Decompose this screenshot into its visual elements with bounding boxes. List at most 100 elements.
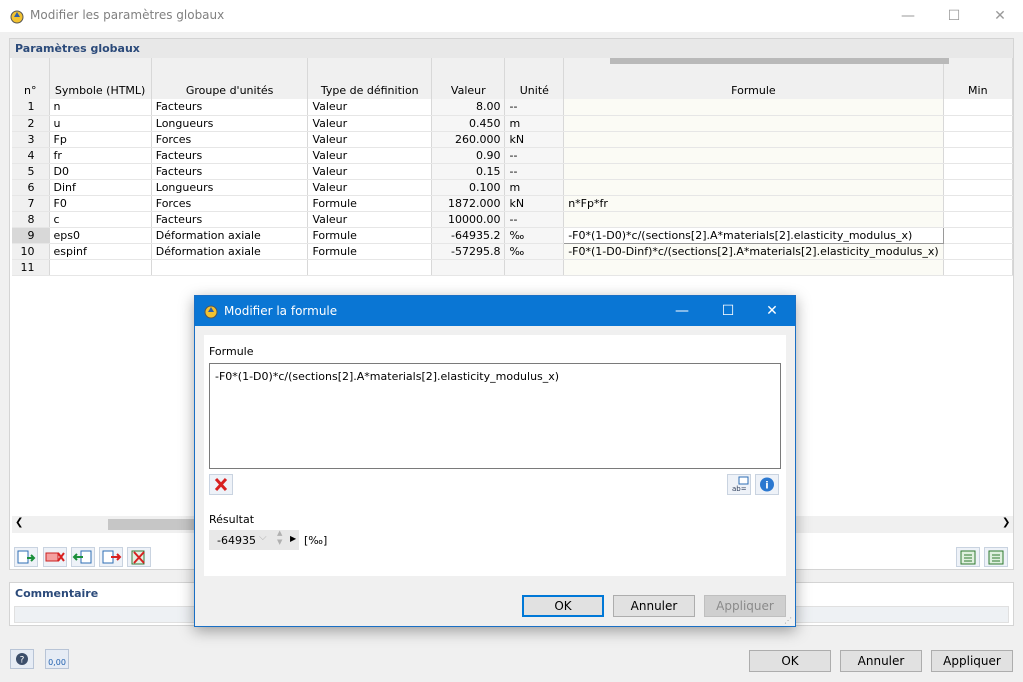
cell-symbol[interactable]: fr [49, 147, 152, 164]
dialog-minimize-button[interactable]: — [659, 296, 705, 326]
cell-min[interactable] [943, 243, 1013, 260]
cell-type[interactable]: Formule [307, 195, 433, 212]
cell-group[interactable]: Facteurs [151, 147, 309, 164]
cell-n[interactable]: 10 [12, 243, 50, 260]
col-header-number[interactable]: n° [12, 58, 50, 99]
cell-n[interactable]: 5 [12, 163, 50, 180]
main-cancel-button[interactable]: Annuler [840, 650, 922, 672]
cell-unit[interactable]: m [504, 179, 565, 196]
cell-type[interactable]: Valeur [307, 147, 433, 164]
delete-row-button[interactable] [43, 547, 67, 567]
cell-n[interactable]: 2 [12, 115, 50, 132]
cell-value[interactable]: 0.450 [431, 115, 506, 132]
cell-type[interactable]: Formule [307, 227, 433, 244]
table-row[interactable]: 2 u Longueurs Valeur 0.450 m [12, 115, 1013, 132]
help-button[interactable]: ? [10, 649, 34, 669]
cell-group[interactable]: Déformation axiale [151, 227, 309, 244]
cell-type[interactable]: Formule [307, 243, 433, 260]
cell-value[interactable]: 1872.000 [431, 195, 506, 212]
cell-unit[interactable]: -- [504, 99, 565, 116]
cell-value[interactable] [431, 259, 506, 276]
cell-value[interactable]: 0.100 [431, 179, 506, 196]
table-row[interactable]: 10 espinf Déformation axiale Formule -57295.… [12, 243, 1013, 260]
cell-unit[interactable] [504, 259, 565, 276]
play-icon[interactable]: ▶ [290, 534, 296, 543]
cell-symbol[interactable]: Dinf [49, 179, 152, 196]
edit-text-button[interactable]: ab= [727, 474, 751, 495]
cell-min[interactable] [943, 131, 1013, 148]
scroll-left-icon[interactable]: ❮ [15, 517, 23, 528]
clear-table-button[interactable] [127, 547, 151, 567]
cell-formula[interactable] [563, 211, 944, 228]
table-row[interactable]: 3 Fp Forces Valeur 260.000 kN [12, 131, 1013, 148]
cell-n[interactable]: 3 [12, 131, 50, 148]
cell-symbol[interactable] [49, 259, 152, 276]
cell-unit[interactable]: -- [504, 163, 565, 180]
cell-symbol[interactable]: Fp [49, 131, 152, 148]
cell-formula[interactable] [563, 131, 944, 148]
cell-min[interactable] [943, 259, 1013, 276]
cell-formula[interactable] [563, 147, 944, 164]
cell-type[interactable]: Valeur [307, 115, 433, 132]
cell-symbol[interactable]: u [49, 115, 152, 132]
cell-min[interactable] [943, 115, 1013, 132]
cell-formula[interactable] [563, 99, 944, 116]
cell-symbol[interactable]: F0 [49, 195, 152, 212]
minimize-button[interactable]: — [885, 0, 931, 32]
move-row-down-button[interactable] [99, 547, 123, 567]
info-button[interactable]: i [755, 474, 779, 495]
maximize-button[interactable]: ☐ [931, 0, 977, 32]
import-button[interactable] [956, 547, 980, 567]
cell-value[interactable]: 10000.00 [431, 211, 506, 228]
main-ok-button[interactable]: OK [749, 650, 831, 672]
cell-formula[interactable] [563, 163, 944, 180]
cell-symbol[interactable]: espinf [49, 243, 152, 260]
cell-unit[interactable]: ‰ [504, 227, 565, 244]
cell-group[interactable]: Longueurs [151, 115, 309, 132]
cell-formula[interactable]: n*Fp*fr [563, 195, 944, 212]
cell-unit[interactable]: m [504, 115, 565, 132]
cell-formula[interactable] [563, 115, 944, 132]
cell-n[interactable]: 1 [12, 99, 50, 116]
cell-unit[interactable]: -- [504, 211, 565, 228]
cell-unit[interactable]: kN [504, 131, 565, 148]
cell-group[interactable] [151, 259, 309, 276]
cell-type[interactable]: Valeur [307, 211, 433, 228]
cell-n[interactable]: 11 [12, 259, 50, 276]
table-row[interactable]: 11 [12, 259, 1013, 276]
cell-n[interactable]: 4 [12, 147, 50, 164]
cell-unit[interactable]: kN [504, 195, 565, 212]
cell-type[interactable]: Valeur [307, 131, 433, 148]
dialog-close-button[interactable]: ✕ [749, 296, 795, 326]
cell-n[interactable]: 8 [12, 211, 50, 228]
cell-type[interactable]: Valeur [307, 163, 433, 180]
cell-type[interactable]: Valeur [307, 179, 433, 196]
insert-row-button[interactable] [14, 547, 38, 567]
cell-min[interactable] [943, 179, 1013, 196]
cell-group[interactable]: Déformation axiale [151, 243, 309, 260]
cell-group[interactable]: Forces [151, 195, 309, 212]
cell-formula[interactable] [563, 179, 944, 196]
cell-value[interactable]: 0.90 [431, 147, 506, 164]
table-row[interactable]: 5 D0 Facteurs Valeur 0.15 -- [12, 163, 1013, 180]
chevron-down-icon[interactable]: ⌵ [259, 532, 267, 543]
clear-formula-button[interactable] [209, 474, 233, 495]
cell-formula[interactable]: -F0*(1-D0-Dinf)*c/(sections[2].A*materia… [563, 243, 944, 260]
cell-formula[interactable] [563, 259, 944, 276]
col-header-min[interactable]: Min [943, 58, 1013, 99]
close-button[interactable]: ✕ [977, 0, 1023, 32]
cell-min[interactable] [943, 147, 1013, 164]
cell-min[interactable] [943, 195, 1013, 212]
cell-symbol[interactable]: D0 [49, 163, 152, 180]
cell-formula[interactable]: -F0*(1-D0)*c/(sections[2].A*materials[2]… [563, 226, 944, 244]
main-apply-button[interactable]: Appliquer [931, 650, 1013, 672]
cell-n[interactable]: 9 [12, 227, 50, 244]
cell-n[interactable]: 6 [12, 179, 50, 196]
cell-group[interactable]: Facteurs [151, 163, 309, 180]
table-row[interactable]: 6 Dinf Longueurs Valeur 0.100 m [12, 179, 1013, 196]
col-header-formula[interactable]: Formule [563, 58, 944, 99]
table-row[interactable]: 4 fr Facteurs Valeur 0.90 -- [12, 147, 1013, 164]
cell-symbol[interactable]: c [49, 211, 152, 228]
col-header-unit[interactable]: Unité [504, 58, 565, 99]
cell-unit[interactable]: -- [504, 147, 565, 164]
